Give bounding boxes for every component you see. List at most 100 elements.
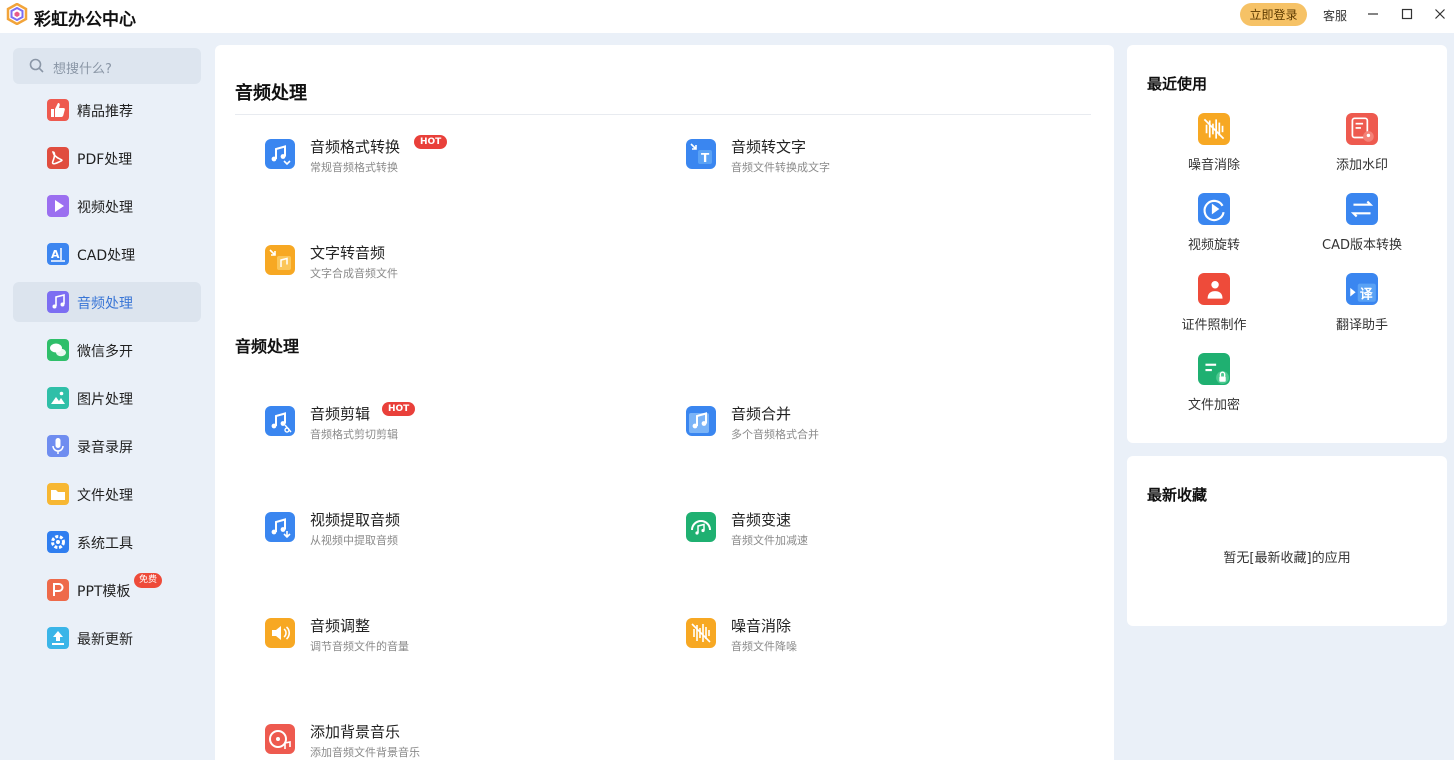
favorites-empty-text: 暂无[最新收藏]的应用 [1223,551,1351,566]
upload-icon [47,627,69,649]
image-icon [47,387,69,409]
sidebar-item-label: PDF处理 [77,152,133,168]
sidebar-item-9[interactable]: 系统工具 [13,522,201,562]
sidebar-item-label: 音频处理 [77,296,133,312]
recent-panel: 最近使用 噪音消除 添加水印视频旋转 CAD版本转换证件照制作 译翻译助手文件加密 [1127,45,1447,443]
sidebar-item-label: 图片处理 [77,392,133,408]
tool-name: 噪音消除 [731,617,792,635]
tool-name: 音频变速 [731,511,792,529]
audio-to-text-icon: T [686,139,716,169]
main-panel: 音频处理 音频处理 音频格式转换常规音频格式转换 HOT T 音频转文字音频文件转换成… [215,45,1114,760]
tool-card[interactable]: 音频变速音频文件加减速 [686,509,1066,559]
tool-card[interactable]: 音频调整 调节音频文件的音量 [265,615,645,665]
tool-card[interactable]: T 音频转文字音频文件转换成文字 [686,136,1066,186]
tool-card[interactable]: 音频合并 多个音频格式合并 [686,403,1066,453]
tool-description: 音频格式剪切剪辑 [310,428,398,441]
sidebar-item-3[interactable]: A CAD处理 [13,234,201,274]
tool-card[interactable]: 音频格式转换常规音频格式转换 HOT [265,135,645,186]
tool-card[interactable]: 噪音消除音频文件降噪 [686,615,1066,665]
sidebar-item-5[interactable]: 微信多开 [13,330,201,370]
sidebar-item-1[interactable]: PDF处理 [13,138,201,178]
tool-card[interactable]: 文字转音频文字合成音频文件 [265,242,645,292]
tool-description: 添加音频文件背景音乐 [310,746,420,759]
sidebar-item-6[interactable]: 图片处理 [13,378,201,418]
id-photo-icon [1198,273,1230,305]
translate-icon: 译 [1346,273,1378,305]
tool-description: 音频文件转换成文字 [731,161,830,174]
hot-badge: HOT [414,135,448,149]
sidebar-item-label: 微信多开 [77,344,133,360]
background-music-icon [265,724,295,754]
microphone-icon [47,435,69,457]
sidebar-item-label: 系统工具 [77,536,133,552]
sidebar-item-label: 文件处理 [77,488,133,504]
sidebar-item-2[interactable]: 视频处理 [13,186,201,226]
sidebar: 想搜什么? 精品推荐 PDF处理视频处理 A CAD处理音频处理微信多开图片处理录音录… [0,33,213,760]
wechat-icon [47,339,69,361]
tool-description: 调节音频文件的音量 [310,640,409,653]
recent-title: 最近使用 [1147,75,1208,93]
pdf-icon [47,147,69,169]
tool-name: 文字转音频 [310,244,386,262]
title-bar: 彩虹办公中心 立即登录 客服 [0,0,1454,33]
tool-description: 文字合成音频文件 [310,267,398,280]
sidebar-item-0[interactable]: 精品推荐 [13,90,201,130]
audio-convert-icon [265,139,295,169]
tool-card[interactable]: 添加背景音乐添加音频文件背景音乐 [265,721,645,760]
login-button[interactable]: 立即登录 [1240,3,1307,26]
sidebar-item-8[interactable]: 文件处理 [13,474,201,514]
sidebar-item-4[interactable]: 音频处理 [13,282,201,322]
tool-name: 音频转文字 [731,138,807,156]
sidebar-item-7[interactable]: 录音录屏 [13,426,201,466]
recent-item[interactable]: 噪音消除 [1128,113,1288,183]
recent-item-label: 视频旋转 [1187,238,1240,253]
recent-item[interactable]: 证件照制作 [1128,273,1288,343]
gear-icon [47,531,69,553]
maximize-icon[interactable] [1398,5,1416,23]
sidebar-item-label: CAD处理 [77,248,136,264]
noise-removal-icon [1198,113,1230,145]
tool-name: 音频格式转换 [310,138,401,156]
audio-cut-icon [265,406,295,436]
recent-item-label: 噪音消除 [1187,158,1240,173]
tool-description: 音频文件加减速 [731,534,808,547]
file-lock-icon [1198,353,1230,385]
sidebar-item-label: 精品推荐 [77,104,133,120]
music-note-icon [47,291,69,313]
ppt-icon [47,579,69,601]
tool-description: 常规音频格式转换 [310,161,398,174]
search-input[interactable]: 想搜什么? [53,58,112,77]
section-title: 音频处理 [235,337,300,356]
search-box[interactable]: 想搜什么? [13,48,201,84]
recent-item[interactable]: 文件加密 [1128,353,1288,423]
section-divider [235,114,1091,115]
tool-name: 添加背景音乐 [310,723,401,741]
noise-removal-icon [686,618,716,648]
audio-speed-icon [686,512,716,542]
sidebar-item-11[interactable]: 最新更新 [13,618,201,658]
recent-item[interactable]: 视频旋转 [1128,193,1288,263]
sidebar-item-10[interactable]: PPT模板 免费 [13,570,201,610]
close-icon[interactable] [1431,5,1449,23]
cad-icon: A [47,243,69,265]
section-title: 音频处理 [235,83,307,104]
recent-item[interactable]: 添加水印 [1276,113,1436,183]
recent-item-label: 添加水印 [1335,158,1388,173]
audio-merge-icon [686,406,716,436]
recent-item-label: CAD版本转换 [1322,238,1402,253]
tool-card[interactable]: 视频提取音频 从视频中提取音频 [265,509,645,559]
tool-name: 视频提取音频 [310,511,401,529]
search-icon [29,58,44,73]
minimize-icon[interactable] [1364,5,1382,23]
tool-card[interactable]: 音频剪辑 音频格式剪切剪辑 HOT [265,402,645,453]
tool-description: 音频文件降噪 [731,640,797,653]
svg-text:A: A [51,248,60,261]
recent-item[interactable]: CAD版本转换 [1276,193,1436,263]
recent-item[interactable]: 译翻译助手 [1276,273,1436,343]
sidebar-item-label: 最新更新 [77,632,133,648]
sidebar-item-label: 视频处理 [77,200,133,216]
customer-service-link[interactable]: 客服 [1323,7,1347,24]
tool-name: 音频合并 [731,405,792,423]
tool-name: 音频剪辑 [310,405,371,423]
svg-text:译: 译 [1360,288,1373,303]
